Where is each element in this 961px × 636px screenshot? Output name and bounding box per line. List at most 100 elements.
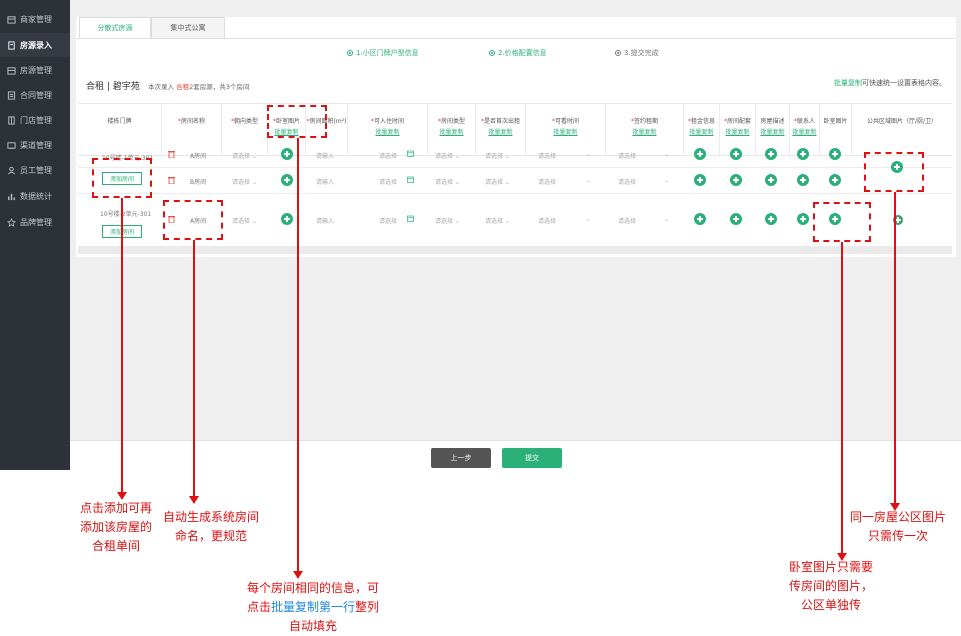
batch-copy-link[interactable]: 批量复制 [526,127,605,138]
column-header: *朝向类型 [222,104,268,157]
batch-copy-link[interactable]: 批量复制 [428,127,475,138]
step-radio-icon [347,50,353,56]
tab-centralized-apartment[interactable]: 集中式公寓 [151,17,225,38]
sidebar-item-staff[interactable]: 员工管理 [0,158,70,182]
select-placeholder: 请选择 [485,218,504,225]
upload-bedroom-photo-button[interactable] [281,213,293,225]
select-placeholder: 请选择 [618,153,637,160]
select-placeholder: 请选择 [618,218,637,225]
house-description-add-button[interactable] [765,148,777,160]
batch-copy-link[interactable]: 批量复制 [348,127,427,138]
column-label: 可看时间 [554,118,579,125]
submit-button[interactable]: 提交 [502,448,562,468]
annotation-link-text: 批量复制第一行 [271,600,356,614]
previous-step-button[interactable]: 上一步 [431,448,491,468]
first-rent-select[interactable]: 请选择 ⌄ [485,151,510,160]
step-1: 1.小区门牌户型信息 [347,48,419,58]
select-placeholder: 请选择 [538,179,557,186]
highlight-batch-copy [267,105,327,138]
room-facilities-add-button[interactable] [730,174,742,186]
sidebar-item-house-entry[interactable]: 房源录入 [0,33,70,57]
house-summary: 本次录入 合租2套房源，共3个房间 [148,81,249,91]
batch-copy-link[interactable]: 批量复制 [834,79,862,87]
horizontal-scrollbar[interactable] [78,247,952,254]
orientation-select[interactable]: 请选择 ⌄ [232,216,257,225]
batch-copy-link[interactable]: 批量复制 [684,127,719,138]
staff-icon [7,166,16,175]
batch-copy-link[interactable]: 批量复制 [606,127,683,138]
select-placeholder: 请选择 [485,153,504,160]
lease-term-select[interactable]: 请选择 [618,216,636,225]
annotation-line [193,240,195,498]
room-facilities-add-button[interactable] [730,148,742,160]
step-label: 1.小区门牌户型信息 [356,49,419,57]
upload-bedroom-photo-button[interactable] [281,174,293,186]
shop-icon [7,115,16,125]
sidebar-item-label: 员工管理 [20,165,52,175]
rent-info-add-button[interactable] [694,213,706,225]
column-label: 楼栋门牌 [107,118,132,125]
lease-term-select[interactable]: 请选择 [618,177,636,186]
rent-info-add-button[interactable] [694,174,706,186]
sidebar-item-brand[interactable]: 品牌管理 [0,210,70,234]
sidebar-item-statistics[interactable]: 数据统计 [0,184,70,208]
star-icon [7,217,16,227]
area-input[interactable]: 请输入 [316,151,334,160]
batch-copy-link[interactable]: 批量复制 [756,127,789,138]
room-facilities-add-button[interactable] [730,213,742,225]
select-placeholder: 请选择 [435,179,454,186]
bedroom-photo-add-button[interactable] [829,148,841,160]
chevron-down-icon: ⌄ [664,151,670,158]
sidebar-item-label: 门店管理 [20,115,52,125]
step-radio-icon [615,50,621,56]
lease-term-select[interactable]: 请选择 [618,151,636,160]
chevron-down-icon: ⌄ [664,177,670,184]
room-type-select[interactable]: 请选择 ⌄ [435,216,460,225]
rent-info-add-button[interactable] [694,148,706,160]
viewing-time-select[interactable]: 请选择 [538,151,556,160]
first-rent-select[interactable]: 请选择 ⌄ [485,216,510,225]
sidebar-item-channel[interactable]: 渠道管理 [0,133,70,157]
sidebar-item-house-manage[interactable]: 房源管理 [0,58,70,82]
move-in-date-input[interactable]: 请选择 [379,177,397,186]
column-header: *可入住时间 批量复制 [348,104,428,157]
area-input[interactable]: 请输入 [316,177,334,186]
viewing-time-select[interactable]: 请选择 [538,177,556,186]
sidebar-item-label: 品牌管理 [20,217,52,227]
house-description-add-button[interactable] [765,174,777,186]
column-header: 楼栋门牌 [78,104,162,157]
move-in-date-input[interactable]: 请选择 [379,216,397,225]
first-rent-select[interactable]: 请选择 ⌄ [485,177,510,186]
trash-icon[interactable] [168,150,175,158]
contact-add-button[interactable] [797,213,809,225]
orientation-select[interactable]: 请选择 ⌄ [232,177,257,186]
room-type-select[interactable]: 请选择 ⌄ [435,151,460,160]
column-label: 联系人 [796,118,815,125]
sidebar-item-label: 合同管理 [20,90,52,100]
batch-copy-link[interactable]: 批量复制 [720,127,755,138]
select-placeholder: 请选择 [435,153,454,160]
viewing-time-select[interactable]: 请选择 [538,216,556,225]
contact-add-button[interactable] [797,148,809,160]
sidebar-item-label: 房源管理 [20,65,52,75]
arrow-down-icon [293,571,303,579]
trash-icon[interactable] [168,176,175,184]
sidebar-item-shop[interactable]: 门店管理 [0,108,70,132]
highlight-public-photo [864,152,924,192]
contact-add-button[interactable] [797,174,809,186]
upload-bedroom-photo-button[interactable] [281,148,293,160]
sidebar-item-merchant[interactable]: 商家管理 [0,7,70,31]
move-in-date-input[interactable]: 请选择 [379,151,397,160]
batch-copy-link[interactable]: 批量复制 [476,127,525,138]
sidebar-item-contract[interactable]: 合同管理 [0,83,70,107]
batch-copy-link[interactable]: 批量复制 [790,127,819,138]
room-type-select[interactable]: 请选择 ⌄ [435,177,460,186]
area-input[interactable]: 请输入 [316,216,334,225]
bedroom-photo-add-button[interactable] [829,174,841,186]
step-2: 2.价格配置信息 [489,48,547,58]
tab-scattered-housing[interactable]: 分散式房源 [79,17,151,38]
orientation-select[interactable]: 请选择 ⌄ [232,151,257,160]
sidebar-item-label: 数据统计 [20,191,52,201]
house-description-add-button[interactable] [765,213,777,225]
step-radio-icon [489,50,495,56]
